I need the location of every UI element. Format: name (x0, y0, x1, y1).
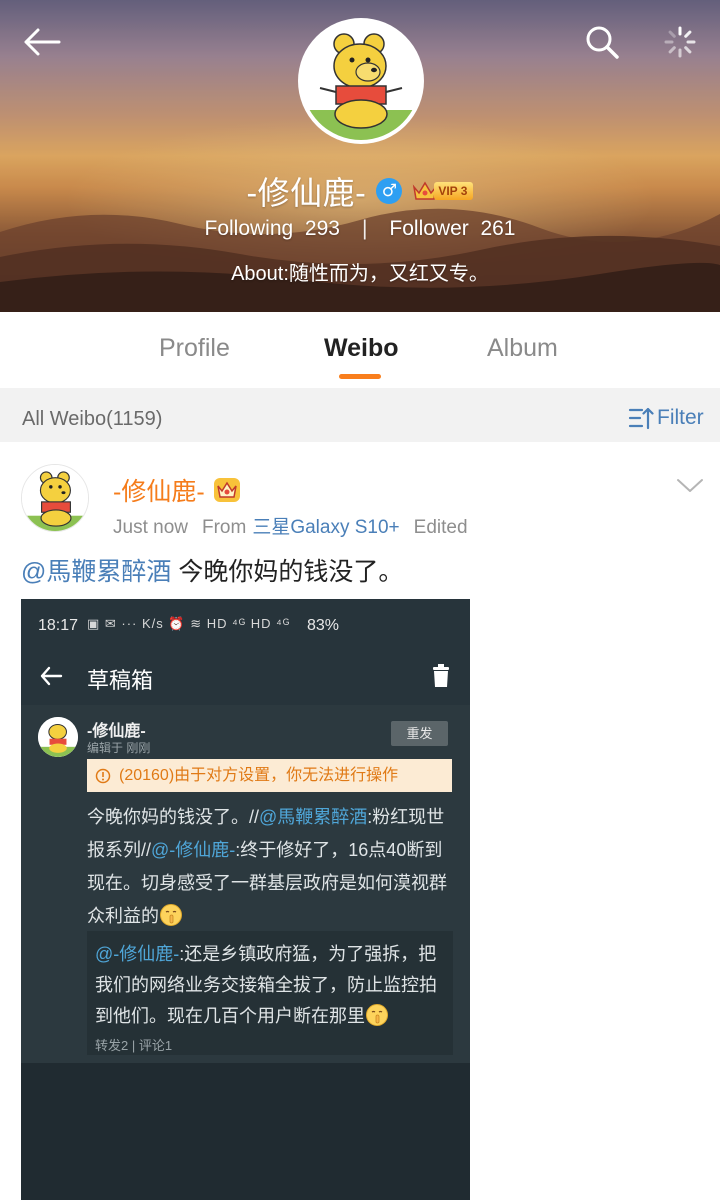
profile-tabs: Profile Weibo Album (0, 312, 720, 388)
search-icon (586, 26, 619, 59)
shush-emoji-icon (366, 1004, 388, 1026)
phone-status-bar: 18:17 ▣ ✉ ··· K/s ⏰ ≋ HD ⁴ᴳ HD ⁴ᴳ 83% (21, 599, 470, 649)
drafts-app-bar: 草稿箱 (21, 649, 470, 705)
draft-text: 今晚你妈的钱没了。//@馬鞭累醉酒:粉红现世报系列//@-修仙鹿-:终于修好了，… (87, 801, 455, 933)
post-author-name-row: -修仙鹿- (113, 472, 241, 508)
vip-level-label: VIP 3 (434, 182, 474, 200)
drafts-title: 草稿箱 (87, 668, 154, 693)
draft-author-avatar (38, 717, 78, 757)
post-mention-link[interactable]: @馬鞭累醉酒 (21, 558, 171, 586)
active-tab-indicator (339, 374, 381, 379)
follower-label: Follower (389, 217, 469, 240)
vip-badge[interactable]: VIP 3 (412, 179, 474, 203)
draft-edited-time: 编辑于 刚刚 (87, 741, 151, 755)
post-body-text: 今晚你妈的钱没了。 (171, 558, 404, 586)
post-author-avatar[interactable] (21, 464, 89, 532)
arrow-left-icon (24, 28, 61, 56)
male-gender-icon: ♂ (376, 178, 403, 204)
post-author-name[interactable]: -修仙鹿- (113, 472, 205, 508)
quote-stats: 转发2 | 评论1 (95, 1038, 173, 1053)
draft-card: -修仙鹿- 编辑于 刚刚 重发 (20160)由于对方设置，你无法进行操作 今晚… (21, 705, 470, 1063)
filter-label: Filter (657, 406, 704, 429)
profile-avatar[interactable] (298, 18, 424, 144)
post-edited-label: Edited (413, 517, 468, 538)
profile-name: -修仙鹿- (246, 175, 367, 211)
filter-button[interactable]: Filter (628, 406, 704, 430)
vip-crown-icon (213, 478, 240, 502)
quote-mention: @-修仙鹿- (95, 944, 180, 964)
shush-emoji-icon (160, 904, 182, 926)
weibo-post: -修仙鹿- Just now From 三星Galaxy S10+ Edited @馬… (0, 442, 720, 1200)
draft-mention-2: @-修仙鹿- (151, 840, 236, 860)
bear-avatar-image (38, 717, 78, 757)
post-meta: Just now From 三星Galaxy S10+ Edited (113, 512, 482, 539)
stats-separator: | (361, 217, 368, 240)
resend-button: 重发 (391, 721, 448, 746)
draft-mention-1: @馬鞭累醉酒 (259, 807, 368, 827)
spinner-icon (664, 26, 696, 58)
status-time: 18:17 (38, 617, 79, 634)
loading-spinner[interactable] (656, 18, 704, 66)
back-button[interactable] (17, 18, 65, 66)
follower-stat[interactable]: Follower 261 (389, 217, 515, 241)
profile-name-row: -修仙鹿- ♂ VIP 3 (0, 168, 720, 212)
post-image[interactable]: 18:17 ▣ ✉ ··· K/s ⏰ ≋ HD ⁴ᴳ HD ⁴ᴳ 83% 草稿… (21, 599, 470, 1200)
chevron-down-icon (677, 479, 703, 492)
arrow-left-icon (40, 666, 63, 686)
profile-about: About:随性而为，又红又专。 (231, 263, 489, 285)
post-time: Just now (113, 517, 188, 538)
filter-sort-icon (628, 407, 654, 430)
trash-icon (433, 664, 449, 687)
warning-circle-icon (95, 768, 111, 783)
draft-text-part1: 今晚你妈的钱没了。// (87, 807, 260, 827)
draft-author-name: -修仙鹿- (87, 723, 146, 740)
following-count: 293 (304, 217, 340, 240)
tab-album[interactable]: Album (487, 334, 558, 363)
status-battery: 83% (307, 617, 340, 634)
status-icons: ▣ ✉ ··· K/s ⏰ ≋ HD ⁴ᴳ HD ⁴ᴳ (87, 616, 291, 631)
bear-avatar-image (302, 22, 420, 140)
filter-bar: All Weibo(1159) Filter (0, 388, 720, 442)
tab-weibo[interactable]: Weibo (324, 334, 399, 363)
post-text: @馬鞭累醉酒 今晚你妈的钱没了。 (21, 552, 403, 588)
search-button[interactable] (578, 18, 626, 66)
bear-avatar-image (22, 465, 88, 531)
weibo-count: All Weibo(1159) (22, 408, 163, 430)
post-from-label: From (201, 517, 247, 538)
following-stat[interactable]: Following 293 (205, 217, 340, 241)
draft-warning: (20160)由于对方设置，你无法进行操作 (87, 759, 452, 792)
tab-profile[interactable]: Profile (159, 334, 230, 363)
following-label: Following (204, 217, 294, 240)
post-source-device[interactable]: 三星Galaxy S10+ (252, 517, 399, 538)
profile-stats: Following 293 | Follower 261 (0, 217, 720, 241)
follower-count: 261 (480, 217, 516, 240)
draft-warning-text: (20160)由于对方设置，你无法进行操作 (119, 767, 399, 784)
post-options-button[interactable] (672, 470, 708, 500)
